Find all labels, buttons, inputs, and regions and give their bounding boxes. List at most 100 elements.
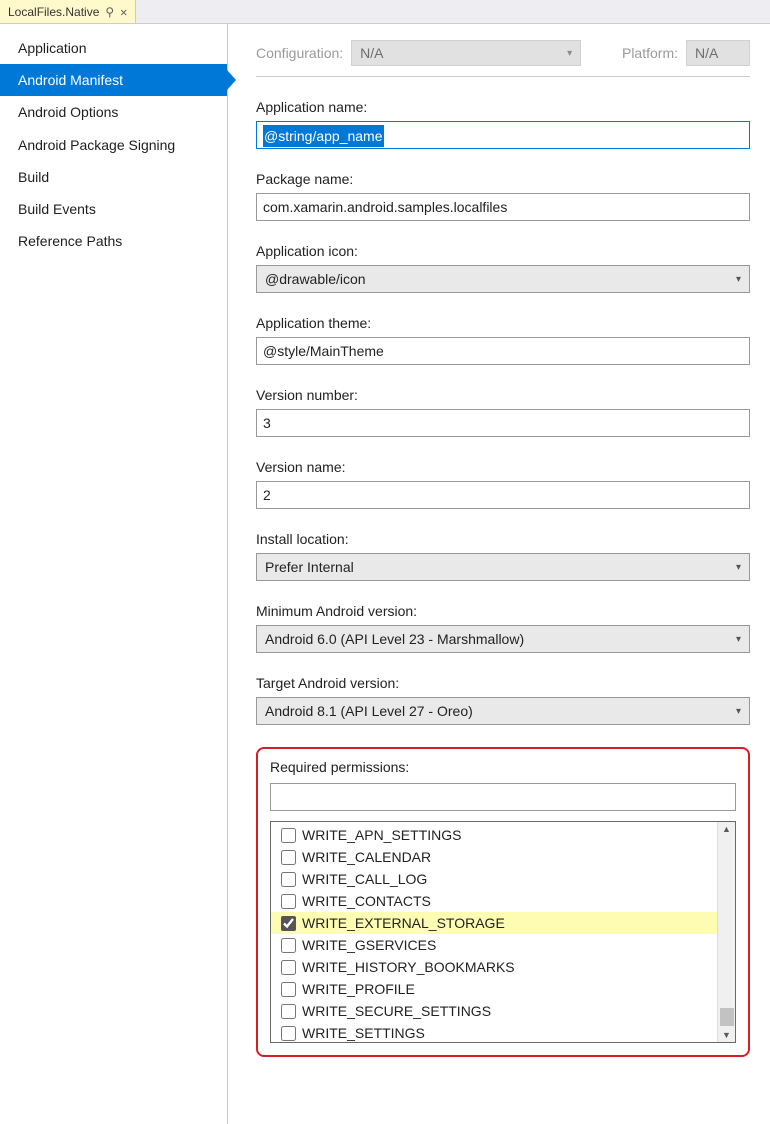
- application-icon-label: Application icon:: [256, 243, 750, 259]
- target-android-select[interactable]: Android 8.1 (API Level 27 - Oreo) ▾: [256, 697, 750, 725]
- permission-checkbox[interactable]: [281, 850, 296, 865]
- permission-row[interactable]: WRITE_APN_SETTINGS: [271, 824, 717, 846]
- divider: [256, 76, 750, 77]
- minimum-android-field: Minimum Android version: Android 6.0 (AP…: [256, 603, 750, 653]
- chevron-down-icon: ▾: [736, 562, 741, 573]
- scroll-down-icon[interactable]: ▼: [722, 1028, 731, 1042]
- permission-row[interactable]: WRITE_CALENDAR: [271, 846, 717, 868]
- package-name-field: Package name:: [256, 171, 750, 221]
- permission-checkbox[interactable]: [281, 828, 296, 843]
- permission-row[interactable]: WRITE_SETTINGS: [271, 1022, 717, 1042]
- application-name-field: Application name: @string/app_name: [256, 99, 750, 149]
- permission-checkbox[interactable]: [281, 1004, 296, 1019]
- chevron-down-icon: ▾: [736, 706, 741, 717]
- required-permissions-group: Required permissions: WRITE_APN_SETTINGS…: [256, 747, 750, 1057]
- application-theme-field: Application theme:: [256, 315, 750, 365]
- manifest-form: Configuration: N/A ▾ Platform: N/A Appli…: [228, 24, 770, 1124]
- permission-name: WRITE_GSERVICES: [302, 937, 436, 953]
- configuration-select: N/A ▾: [351, 40, 581, 66]
- sidebar-item-application[interactable]: Application: [0, 32, 227, 64]
- permission-name: WRITE_HISTORY_BOOKMARKS: [302, 959, 515, 975]
- application-theme-label: Application theme:: [256, 315, 750, 331]
- permission-checkbox[interactable]: [281, 872, 296, 887]
- configuration-label: Configuration:: [256, 45, 343, 61]
- permission-name: WRITE_CONTACTS: [302, 893, 431, 909]
- application-name-label: Application name:: [256, 99, 750, 115]
- sidebar-item-label: Build Events: [18, 201, 96, 217]
- required-permissions-label: Required permissions:: [270, 759, 736, 775]
- install-location-select[interactable]: Prefer Internal ▾: [256, 553, 750, 581]
- minimum-android-label: Minimum Android version:: [256, 603, 750, 619]
- permission-row[interactable]: WRITE_HISTORY_BOOKMARKS: [271, 956, 717, 978]
- chevron-down-icon: ▾: [567, 48, 572, 59]
- permission-name: WRITE_SECURE_SETTINGS: [302, 1003, 491, 1019]
- project-properties-sidebar: Application Android Manifest Android Opt…: [0, 24, 228, 1124]
- permission-row[interactable]: WRITE_CALL_LOG: [271, 868, 717, 890]
- permission-checkbox[interactable]: [281, 916, 296, 931]
- sidebar-item-android-package-signing[interactable]: Android Package Signing: [0, 129, 227, 161]
- scroll-up-icon[interactable]: ▲: [722, 822, 731, 836]
- permission-checkbox[interactable]: [281, 1026, 296, 1041]
- install-location-label: Install location:: [256, 531, 750, 547]
- minimum-android-value: Android 6.0 (API Level 23 - Marshmallow): [265, 631, 524, 647]
- permission-checkbox[interactable]: [281, 960, 296, 975]
- application-icon-field: Application icon: @drawable/icon ▾: [256, 243, 750, 293]
- permission-name: WRITE_CALENDAR: [302, 849, 431, 865]
- sidebar-item-build[interactable]: Build: [0, 161, 227, 193]
- version-number-input[interactable]: [256, 409, 750, 437]
- sidebar-item-label: Build: [18, 169, 49, 185]
- platform-select: N/A: [686, 40, 750, 66]
- install-location-value: Prefer Internal: [265, 559, 354, 575]
- minimum-android-select[interactable]: Android 6.0 (API Level 23 - Marshmallow)…: [256, 625, 750, 653]
- target-android-value: Android 8.1 (API Level 27 - Oreo): [265, 703, 473, 719]
- chevron-down-icon: ▾: [736, 634, 741, 645]
- version-name-label: Version name:: [256, 459, 750, 475]
- sidebar-item-android-options[interactable]: Android Options: [0, 96, 227, 128]
- platform-value: N/A: [695, 45, 718, 61]
- permission-row[interactable]: WRITE_CONTACTS: [271, 890, 717, 912]
- permission-checkbox[interactable]: [281, 938, 296, 953]
- permission-name: WRITE_APN_SETTINGS: [302, 827, 461, 843]
- target-android-field: Target Android version: Android 8.1 (API…: [256, 675, 750, 725]
- sidebar-item-label: Application: [18, 40, 87, 56]
- permission-row[interactable]: WRITE_PROFILE: [271, 978, 717, 1000]
- platform-label: Platform:: [622, 45, 678, 61]
- close-icon[interactable]: ✕: [120, 5, 127, 19]
- sidebar-item-label: Reference Paths: [18, 233, 122, 249]
- sidebar-item-label: Android Options: [18, 104, 118, 120]
- scrollbar[interactable]: ▲ ▼: [717, 822, 735, 1042]
- permission-name: WRITE_SETTINGS: [302, 1025, 425, 1041]
- permission-name: WRITE_PROFILE: [302, 981, 415, 997]
- version-number-field: Version number:: [256, 387, 750, 437]
- sidebar-item-android-manifest[interactable]: Android Manifest: [0, 64, 227, 96]
- sidebar-item-label: Android Package Signing: [18, 137, 175, 153]
- application-name-input[interactable]: @string/app_name: [256, 121, 750, 149]
- application-icon-value: @drawable/icon: [265, 271, 366, 287]
- application-icon-select[interactable]: @drawable/icon ▾: [256, 265, 750, 293]
- permissions-list: WRITE_APN_SETTINGS WRITE_CALENDAR WRITE_CA…: [270, 821, 736, 1043]
- application-name-value: @string/app_name: [263, 125, 384, 147]
- configuration-value: N/A: [360, 45, 383, 61]
- permission-row[interactable]: WRITE_EXTERNAL_STORAGE: [271, 912, 717, 934]
- permission-row[interactable]: WRITE_GSERVICES: [271, 934, 717, 956]
- permission-name: WRITE_CALL_LOG: [302, 871, 427, 887]
- application-theme-input[interactable]: [256, 337, 750, 365]
- version-name-input[interactable]: [256, 481, 750, 509]
- document-tab[interactable]: LocalFiles.Native ⚲ ✕: [0, 0, 136, 23]
- scrollbar-thumb[interactable]: [720, 1008, 734, 1026]
- version-number-label: Version number:: [256, 387, 750, 403]
- permission-checkbox[interactable]: [281, 894, 296, 909]
- version-name-field: Version name:: [256, 459, 750, 509]
- pin-icon[interactable]: ⚲: [105, 5, 114, 19]
- permissions-filter-input[interactable]: [270, 783, 736, 811]
- install-location-field: Install location: Prefer Internal ▾: [256, 531, 750, 581]
- target-android-label: Target Android version:: [256, 675, 750, 691]
- document-tab-title: LocalFiles.Native: [8, 5, 99, 19]
- permission-row[interactable]: WRITE_SECURE_SETTINGS: [271, 1000, 717, 1022]
- permission-checkbox[interactable]: [281, 982, 296, 997]
- sidebar-item-build-events[interactable]: Build Events: [0, 193, 227, 225]
- sidebar-item-label: Android Manifest: [18, 72, 123, 88]
- sidebar-item-reference-paths[interactable]: Reference Paths: [0, 225, 227, 257]
- chevron-down-icon: ▾: [736, 274, 741, 285]
- package-name-input[interactable]: [256, 193, 750, 221]
